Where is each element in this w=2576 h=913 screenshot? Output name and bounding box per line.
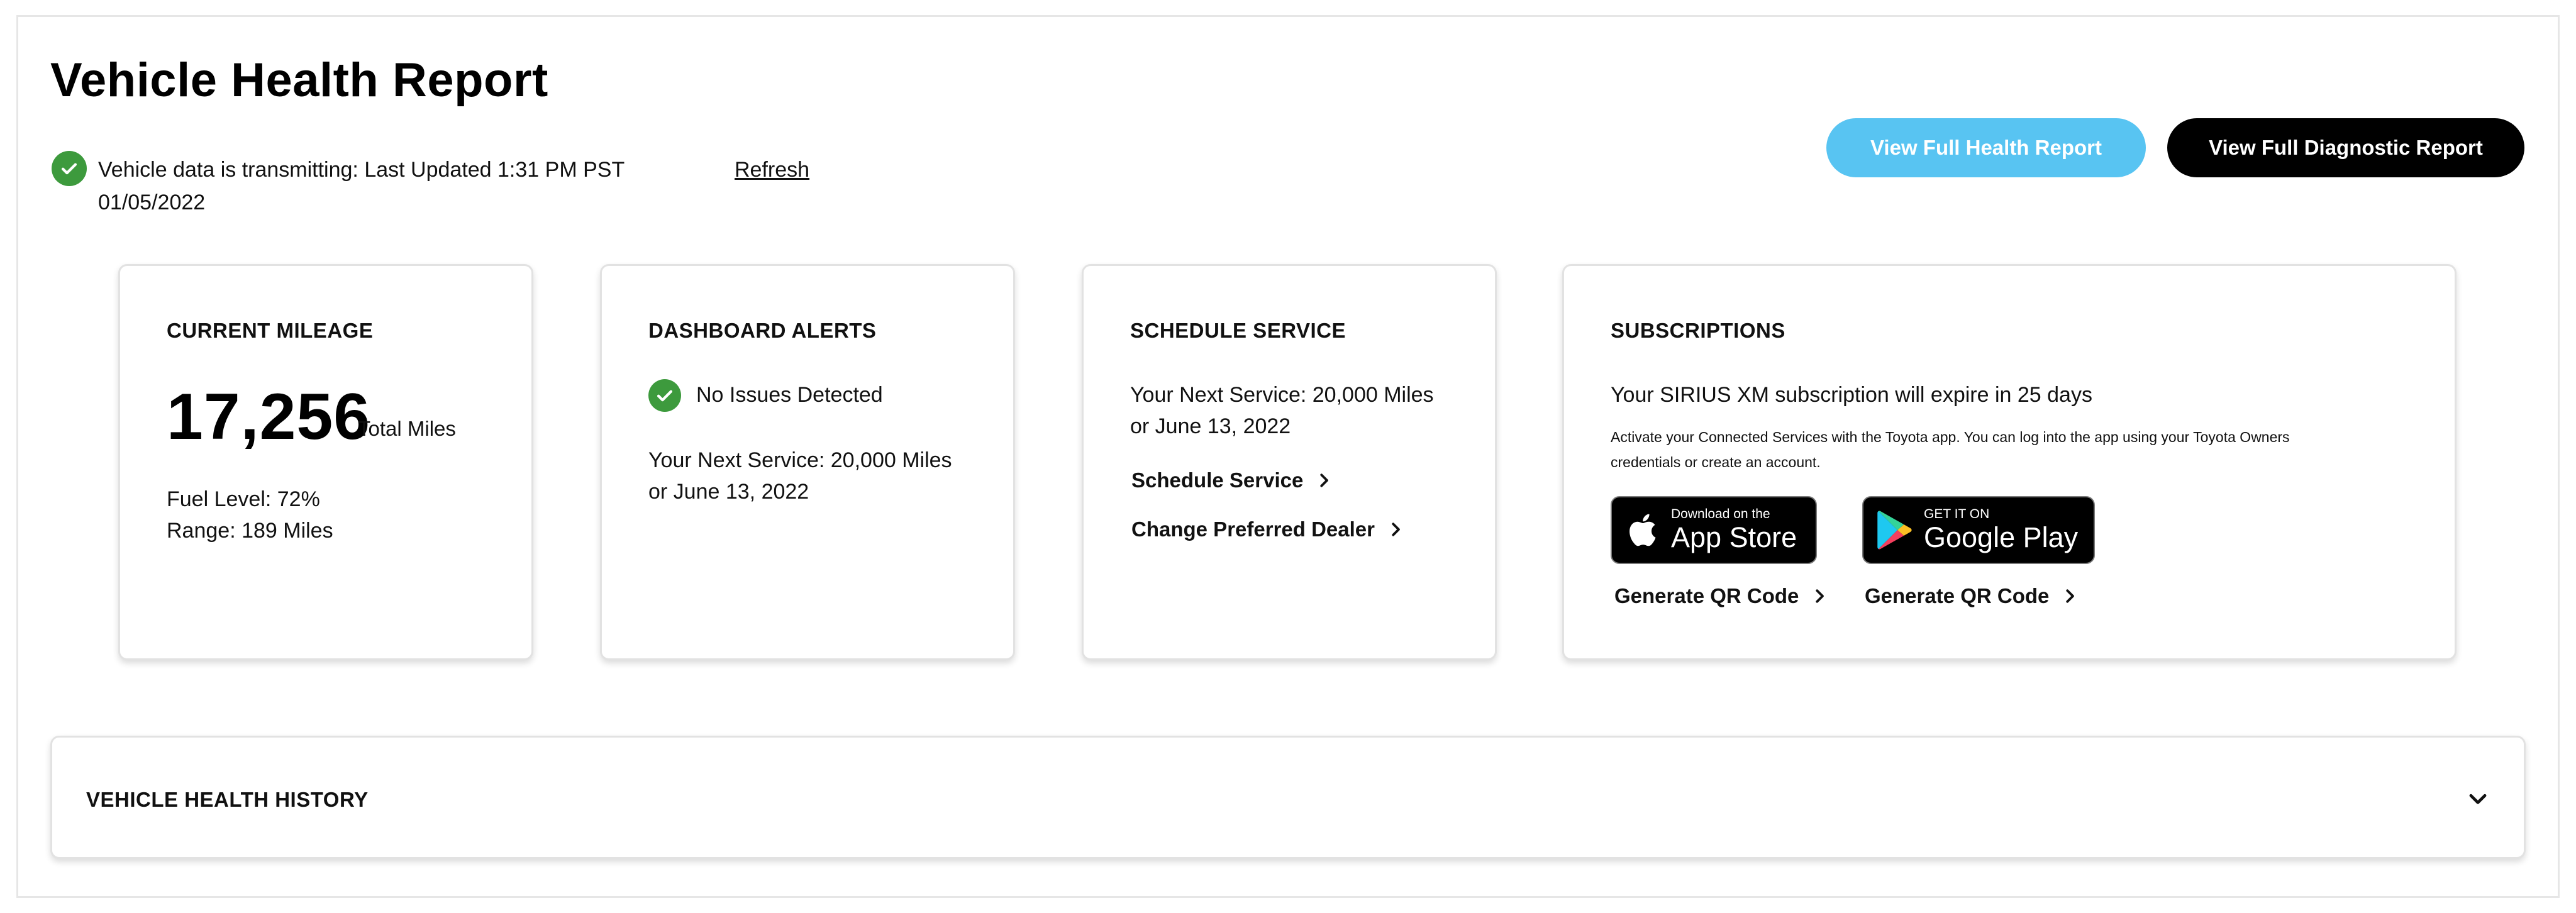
next-service-line-2: or June 13, 2022 xyxy=(1130,414,1291,438)
check-circle-icon xyxy=(648,379,681,412)
subscription-message: Your SIRIUS XM subscription will expire … xyxy=(1611,383,2092,407)
google-play-icon xyxy=(1877,511,1912,550)
subscription-note-line-1: Activate your Connected Services with th… xyxy=(1611,429,2290,445)
alerts-status: No Issues Detected xyxy=(696,383,883,407)
schedule-service-label: Schedule Service xyxy=(1131,468,1304,492)
change-preferred-dealer-link[interactable]: Change Preferred Dealer xyxy=(1131,517,1405,541)
chevron-right-icon xyxy=(1320,473,1329,487)
card-title: CURRENT MILEAGE xyxy=(167,319,374,342)
vehicle-health-history-label: VEHICLE HEALTH HISTORY xyxy=(86,788,369,811)
mileage-value: 17,256 xyxy=(167,380,371,453)
mileage-unit: Total Miles xyxy=(358,417,456,440)
generate-qr-code-link-google-play[interactable]: Generate QR Code xyxy=(1865,584,2079,608)
schedule-service-card: SCHEDULE SERVICE Your Next Service: 20,0… xyxy=(1082,264,1497,660)
google-play-badge[interactable]: GET IT ON Google Play xyxy=(1862,496,2095,564)
dashboard-alerts-card: DASHBOARD ALERTS No Issues Detected Your… xyxy=(600,264,1015,660)
subscription-note-line-2: credentials or create an account. xyxy=(1611,454,1821,470)
generate-qr-code-label: Generate QR Code xyxy=(1614,584,1799,607)
app-store-badge[interactable]: Download on the App Store xyxy=(1611,496,1817,564)
range: Range: 189 Miles xyxy=(167,519,333,543)
generate-qr-code-label: Generate QR Code xyxy=(1865,584,2050,607)
chevron-down-icon[interactable] xyxy=(2466,787,2490,811)
current-mileage-card: CURRENT MILEAGE 17,256 Total Miles Fuel … xyxy=(118,264,533,660)
chevron-right-icon xyxy=(1816,589,1824,603)
app-store-small-text: Download on the xyxy=(1671,507,1770,521)
refresh-link[interactable]: Refresh xyxy=(735,153,809,186)
next-service-line-1: Your Next Service: 20,000 Miles xyxy=(1130,383,1434,407)
page-title: Vehicle Health Report xyxy=(50,53,548,107)
check-circle-icon xyxy=(52,151,87,186)
change-preferred-dealer-label: Change Preferred Dealer xyxy=(1131,517,1375,541)
view-full-diagnostic-report-button[interactable]: View Full Diagnostic Report xyxy=(2167,118,2524,177)
view-full-health-report-button[interactable]: View Full Health Report xyxy=(1826,118,2146,177)
schedule-service-link[interactable]: Schedule Service xyxy=(1131,468,1333,492)
generate-qr-code-link-app-store[interactable]: Generate QR Code xyxy=(1614,584,1829,608)
card-title: DASHBOARD ALERTS xyxy=(648,319,877,342)
apple-icon xyxy=(1629,514,1656,546)
next-service-line-2: or June 13, 2022 xyxy=(648,480,809,504)
transmission-status: Vehicle data is transmitting: Last Updat… xyxy=(98,158,625,214)
app-store-big-text: App Store xyxy=(1671,521,1797,553)
google-play-big-text: Google Play xyxy=(1924,521,2079,553)
vehicle-health-history-accordion[interactable]: VEHICLE HEALTH HISTORY xyxy=(50,736,2526,859)
chevron-right-icon xyxy=(1392,523,1400,536)
card-title: SUBSCRIPTIONS xyxy=(1611,319,1785,342)
next-service-line-1: Your Next Service: 20,000 Miles xyxy=(648,448,952,472)
card-title: SCHEDULE SERVICE xyxy=(1130,319,1346,342)
google-play-small-text: GET IT ON xyxy=(1924,507,1990,521)
chevron-right-icon xyxy=(2066,589,2075,603)
fuel-level: Fuel Level: 72% xyxy=(167,487,320,511)
subscriptions-card: SUBSCRIPTIONS Your SIRIUS XM subscriptio… xyxy=(1562,264,2457,660)
